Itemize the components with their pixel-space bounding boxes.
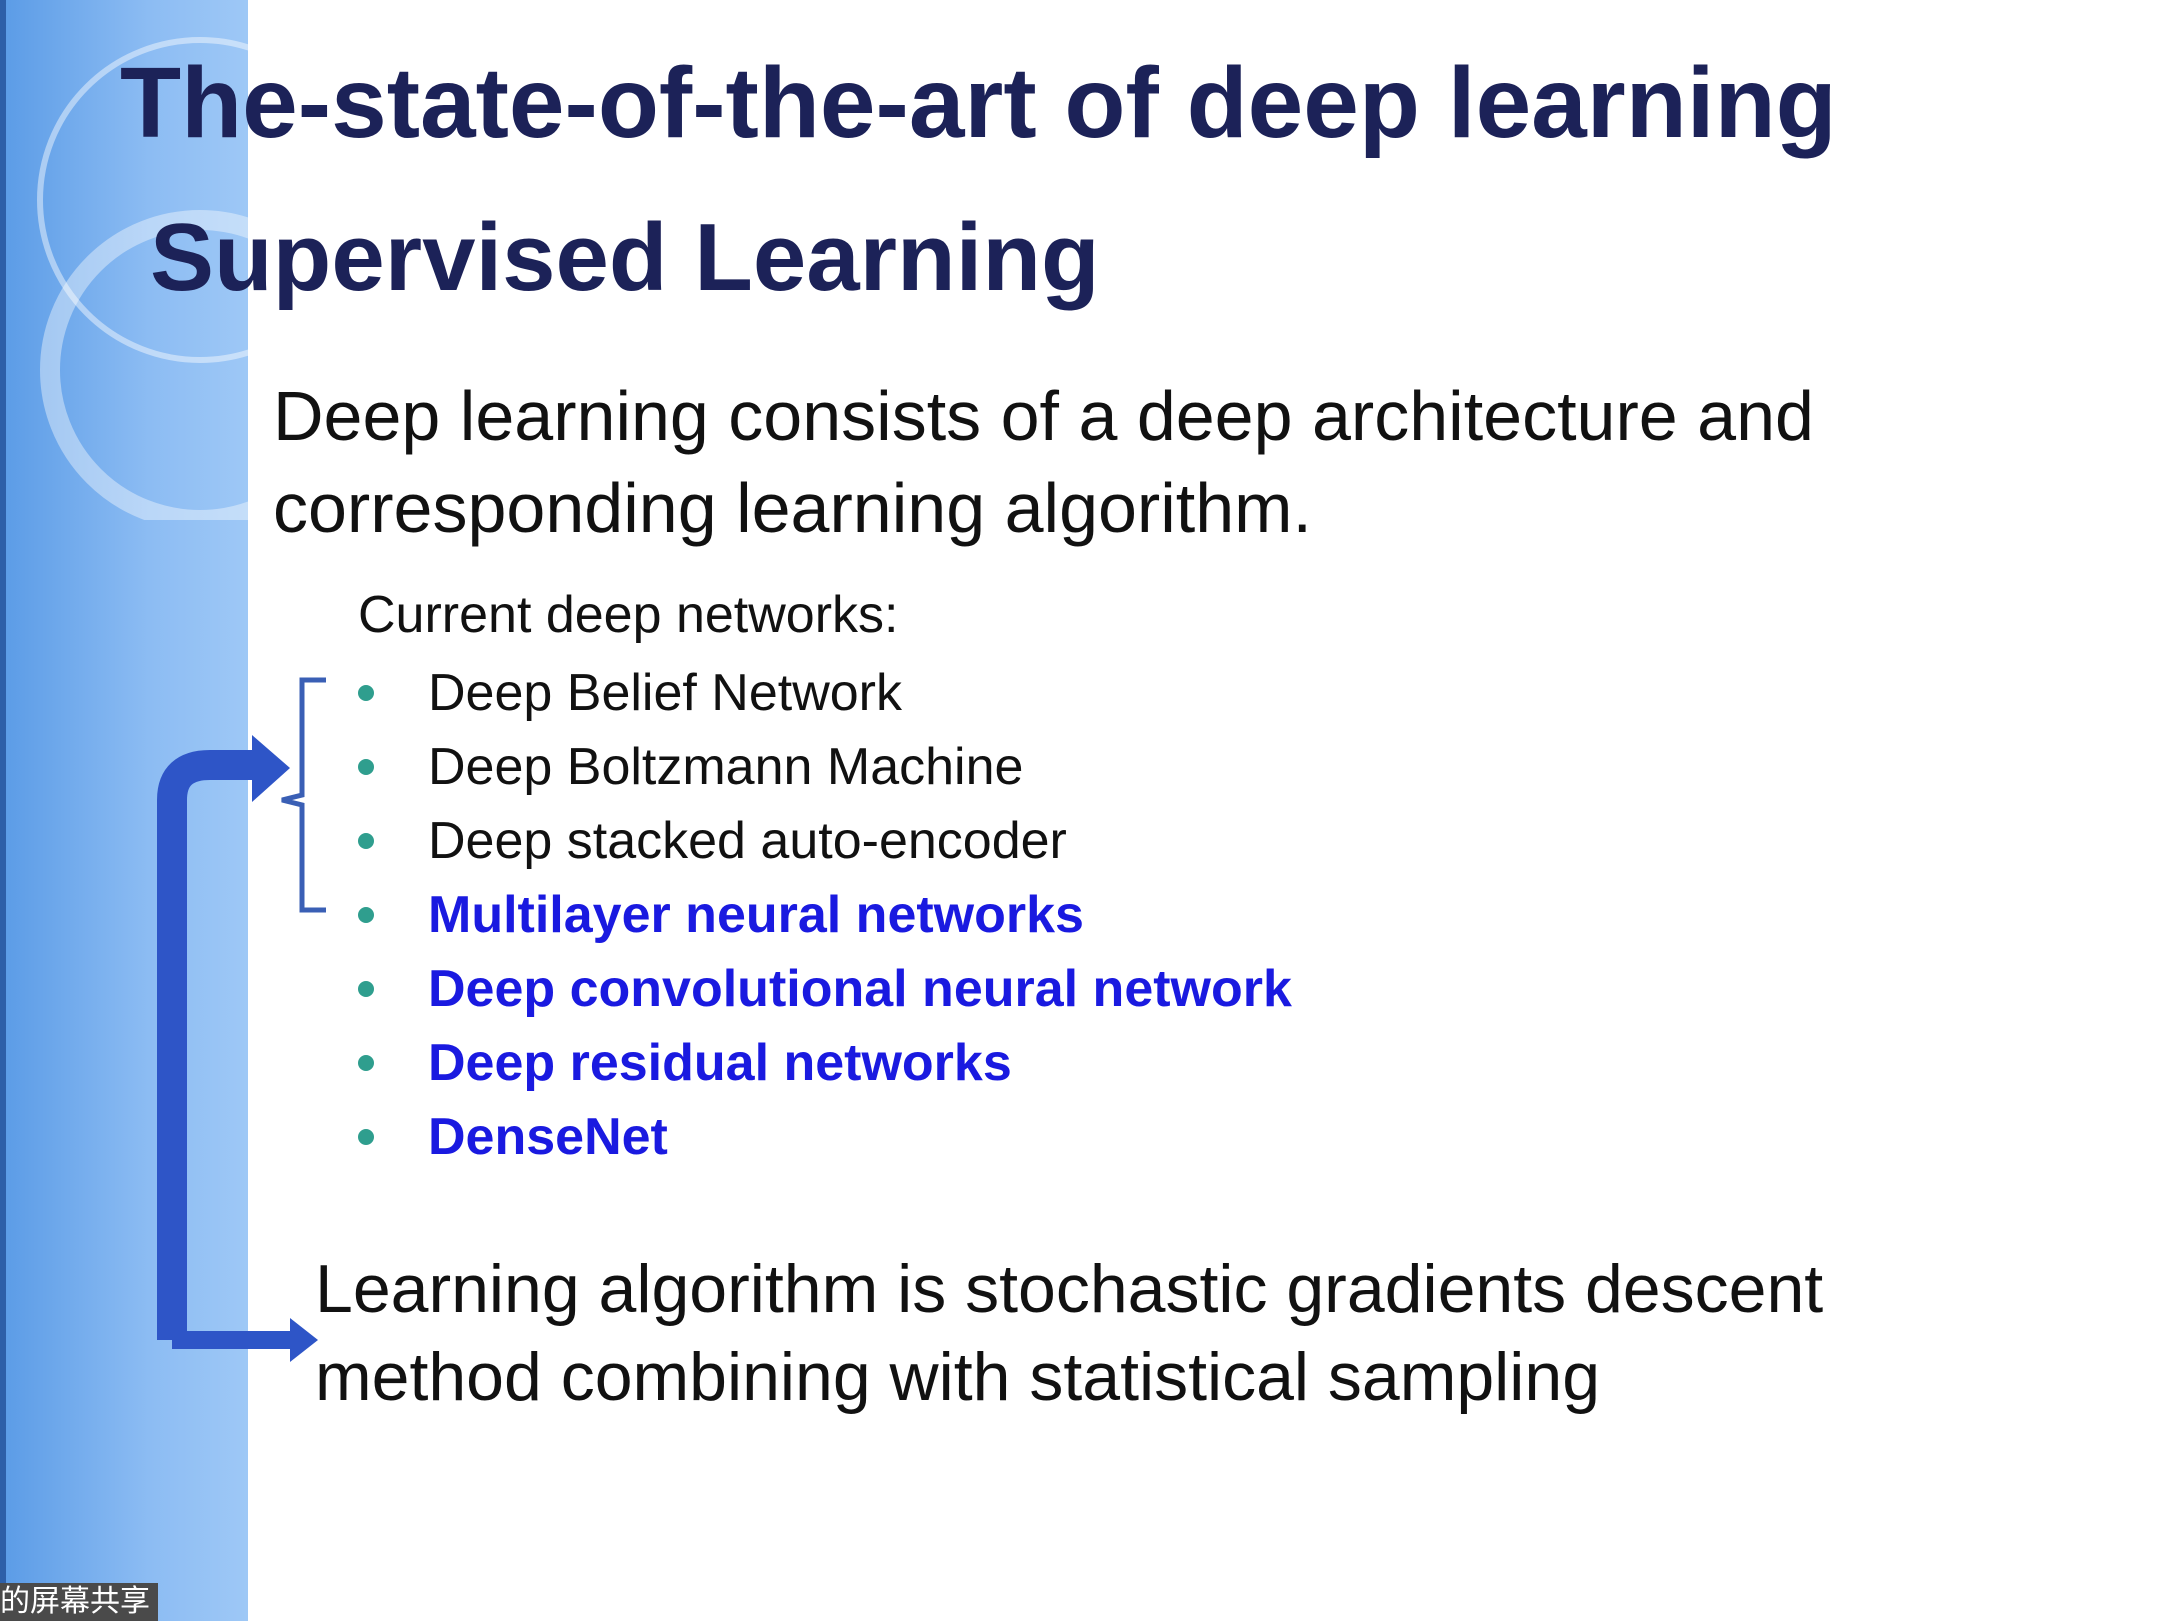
screen-share-watermark: 的屏幕共享 (0, 1583, 158, 1621)
connector-arrows (157, 677, 326, 1362)
loop-arrow-shaft (157, 750, 258, 1340)
arrow-head-bottom (290, 1318, 318, 1362)
arrow-head-up (252, 735, 290, 802)
group-bracket (281, 677, 326, 913)
